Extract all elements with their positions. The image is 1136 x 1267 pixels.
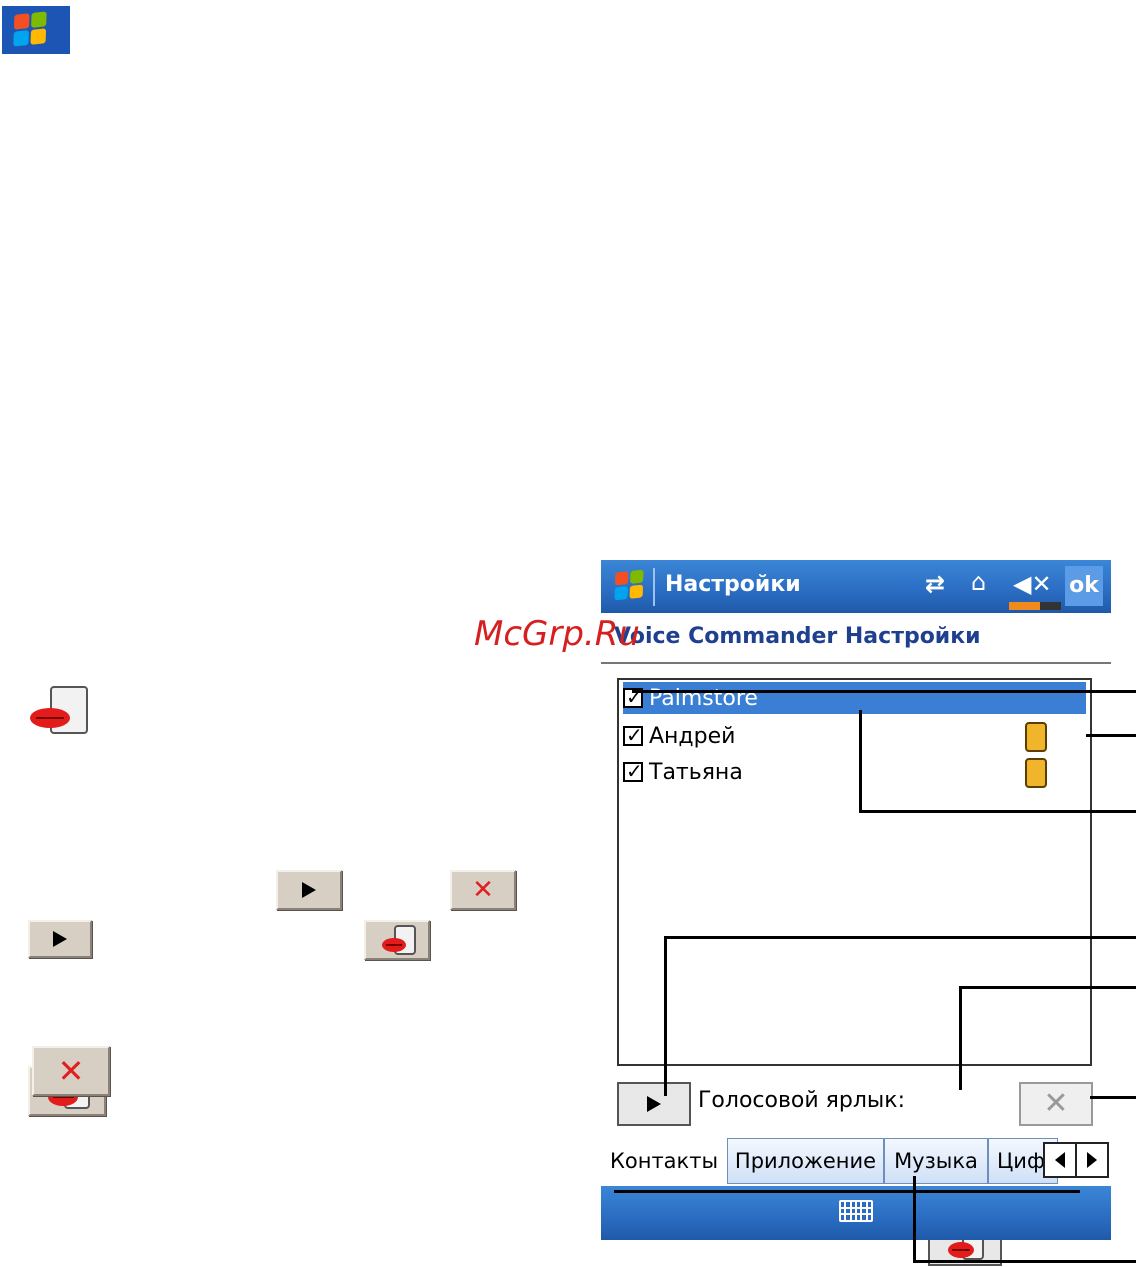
tab-scroll-right-button[interactable]	[1077, 1144, 1107, 1176]
callout-line	[959, 986, 1136, 989]
callout-line	[632, 690, 1136, 693]
window-title: Настройки	[665, 572, 801, 597]
legend-play-button	[276, 870, 342, 910]
app-heading: Voice Commander Настройки	[614, 624, 981, 649]
windows-flag-icon	[13, 11, 47, 47]
callout-line	[1086, 734, 1136, 737]
start-menu-icon[interactable]	[614, 569, 644, 601]
checkbox[interactable]	[623, 723, 643, 747]
callout-line	[913, 1260, 1136, 1263]
tab-bar: Контакты Приложение Музыка Циф	[601, 1138, 1111, 1184]
sim-card-icon	[1025, 722, 1047, 752]
callout-line	[859, 810, 1136, 813]
watermark: McGrp.Ru	[474, 614, 640, 654]
tab-scroll-left-button[interactable]	[1045, 1144, 1077, 1176]
callout-line	[1090, 1096, 1136, 1099]
mute-icon[interactable]: ◀✕	[1013, 570, 1052, 598]
tab-music[interactable]: Музыка	[884, 1138, 988, 1184]
sim-card-icon	[1025, 758, 1047, 788]
list-item-label: Андрей	[649, 723, 736, 749]
legend-record-button	[364, 920, 430, 960]
play-icon	[53, 931, 67, 947]
title-bar: Настройки ⇄ ⌂ ◀✕ ok	[601, 560, 1111, 613]
signal-off-icon[interactable]: ⌂	[971, 568, 986, 596]
callout-line	[664, 936, 1136, 939]
battery-icon	[1009, 602, 1061, 610]
callout-line	[913, 1176, 916, 1262]
x-icon: ✕	[1043, 1086, 1069, 1121]
list-item-palmstore[interactable]: Palmstore	[623, 682, 1086, 714]
x-icon: ✕	[472, 875, 494, 905]
legend-play-icon-large	[28, 920, 92, 958]
ok-button[interactable]: ok	[1065, 566, 1103, 606]
mic-tag-icon	[28, 684, 90, 734]
contacts-list[interactable]: Palmstore Андрей Татьяна	[617, 678, 1092, 1066]
callout-line	[614, 1190, 1080, 1193]
play-icon	[302, 882, 316, 898]
legend-delete-button: ✕	[450, 870, 516, 910]
arrow-right-icon	[1087, 1152, 1097, 1168]
tab-applications[interactable]: Приложение	[727, 1138, 884, 1184]
callout-line	[664, 936, 667, 1096]
play-icon	[647, 1096, 661, 1112]
list-item-tatiana[interactable]: Татьяна	[623, 756, 1086, 788]
legend-delete-icon-large: ✕	[32, 1046, 110, 1096]
tab-scroll	[1043, 1142, 1109, 1178]
checkbox[interactable]	[623, 759, 643, 783]
tab-contacts[interactable]: Контакты	[601, 1138, 727, 1184]
arrow-left-icon	[1055, 1152, 1065, 1168]
callout-line	[859, 710, 862, 812]
connectivity-icon[interactable]: ⇄	[925, 570, 945, 598]
list-item-label: Татьяна	[649, 759, 743, 785]
x-icon: ✕	[57, 1052, 85, 1090]
play-button[interactable]	[617, 1082, 691, 1126]
voice-tag-label: Голосовой ярлык:	[698, 1088, 906, 1113]
corner-logo-box	[2, 6, 70, 54]
list-item-andrey[interactable]: Андрей	[623, 720, 1086, 752]
keyboard-icon[interactable]	[839, 1200, 873, 1222]
heading-divider	[601, 662, 1111, 664]
soft-key-bar	[601, 1186, 1111, 1240]
delete-button[interactable]: ✕	[1019, 1082, 1093, 1126]
callout-line	[959, 986, 962, 1090]
